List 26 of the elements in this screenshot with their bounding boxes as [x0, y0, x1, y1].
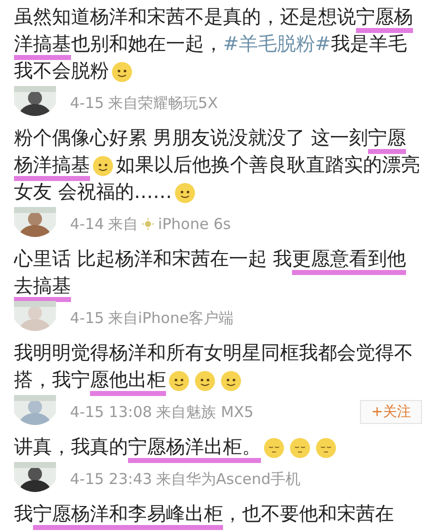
- comment-text: 虽然知道杨洋和宋茜不是真的，还是想说宁愿杨洋搞基也别和她在一起，#羊毛脱粉#我是羊毛我不会脱粉: [14, 5, 414, 85]
- comment-text: 我明明觉得杨洋和所有女明星同框我都会觉得不搭，我宁愿他出柜: [14, 340, 422, 394]
- emoji-icon: [194, 370, 216, 392]
- comment-date: 4-14: [70, 215, 104, 233]
- comment-date: 4-15: [70, 309, 104, 327]
- emoji-icon: [220, 370, 242, 392]
- comment-source: 来自荣耀畅玩5X: [108, 94, 218, 112]
- device-name: iPhone 6s: [158, 215, 231, 233]
- comment-text: 讲真，我真的宁愿杨洋出柜。: [14, 434, 422, 461]
- comment-date: 4-15 13:08: [70, 403, 152, 421]
- comment-date: 4-15 23:43: [70, 470, 152, 488]
- emoji-icon: [263, 436, 285, 459]
- emoji-icon: [92, 154, 114, 177]
- comment-text: 我宁愿杨洋和李易峰出柜，也不要他和宋茜在: [14, 501, 422, 528]
- comment-text: 粉个偶像心好累 男朋友说没就没了 这一刻宁愿杨洋搞基 如果以后他换个善良耿直踏实的漂亮女友 会祝福的……: [14, 126, 421, 206]
- emoji-icon: [315, 436, 337, 459]
- comment-source: 来自iPhone客户端: [108, 308, 234, 328]
- comment-date: 4-15: [70, 94, 104, 112]
- comment-source: 来自: [108, 214, 138, 234]
- emoji-icon: [174, 182, 196, 204]
- comment-source: 来自魅族 MX5: [156, 402, 254, 422]
- emoji-icon: [289, 436, 311, 459]
- comment-source: 来自华为Ascend手机: [156, 470, 301, 488]
- follow-button[interactable]: +关注: [360, 400, 422, 424]
- emoji-icon: [168, 370, 190, 392]
- emoji-icon: [111, 60, 133, 83]
